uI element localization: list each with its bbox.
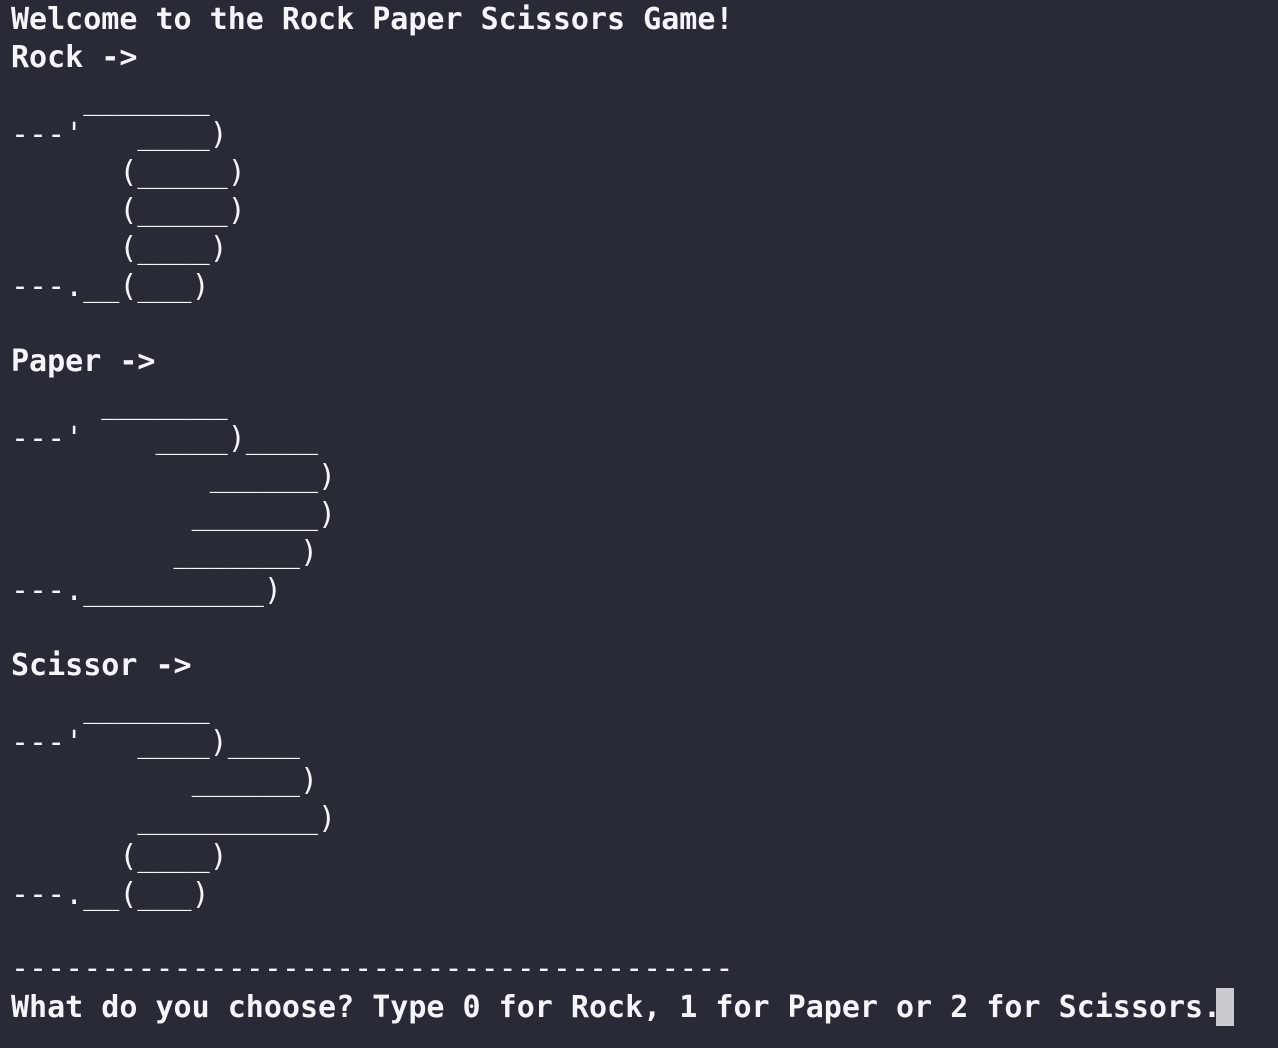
choice-prompt: What do you choose? Type 0 for Rock, 1 f… (11, 990, 1222, 1025)
separator-line: ---------------------------------------- (11, 951, 734, 986)
rock-label: Rock -> (11, 40, 138, 75)
scissor-art-line: ---' ____)____ (11, 725, 300, 760)
rock-art-line: (_____) (11, 193, 246, 228)
paper-art-line: ---.__________) (11, 573, 282, 608)
rock-art-line: (____) (11, 231, 228, 266)
rock-art-line: _______ (11, 82, 210, 117)
paper-label: Paper -> (11, 344, 156, 379)
rock-art-line: ---.__(___) (11, 269, 210, 304)
paper-art-line: _______) (11, 535, 319, 570)
rock-art-line: ---' ____) (11, 117, 228, 152)
welcome-message: Welcome to the Rock Paper Scissors Game! (11, 2, 734, 37)
scissor-art-line: (____) (11, 839, 228, 874)
scissor-art-line: ---.__(___) (11, 877, 210, 912)
paper-art-line: _______) (11, 497, 337, 532)
scissor-art-line: _______ (11, 690, 210, 725)
text-cursor[interactable] (1216, 988, 1234, 1026)
paper-art-line: ______) (11, 459, 337, 494)
terminal-window[interactable]: Welcome to the Rock Paper Scissors Game!… (0, 0, 1278, 1048)
scissor-label: Scissor -> (11, 648, 192, 683)
rock-art-line: (_____) (11, 155, 246, 190)
scissor-art-line: __________) (11, 801, 337, 836)
paper-art-line: _______ (11, 386, 228, 421)
paper-art-line: ---' ____)____ (11, 421, 319, 456)
scissor-art-line: ______) (11, 763, 319, 798)
